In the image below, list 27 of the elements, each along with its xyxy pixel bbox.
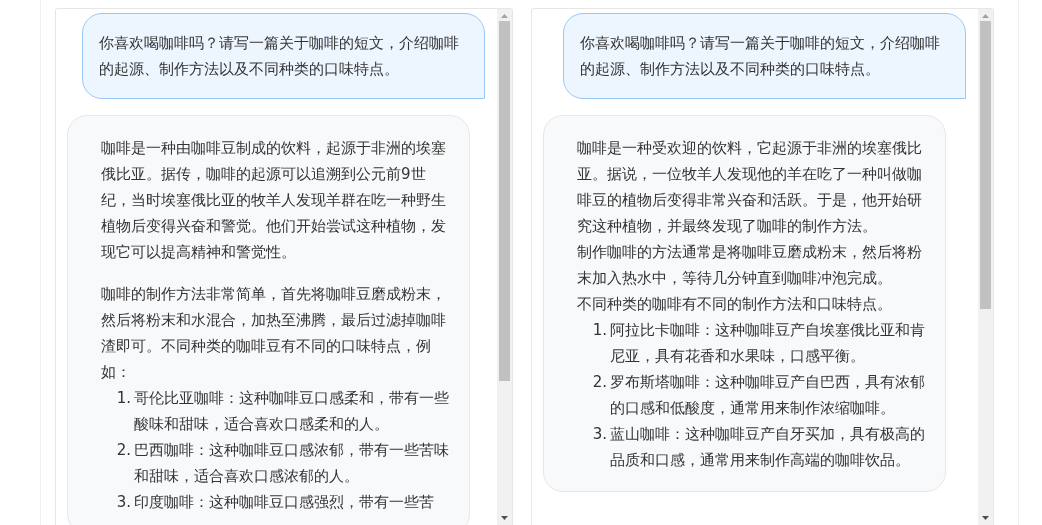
paragraph-text: 制作咖啡的方法通常是将咖啡豆磨成粉末，然后将粉末加入热水中，等待几分钟直到咖啡冲泡完成。 [577,242,923,289]
list-number: 1. [591,320,608,341]
paragraph-text: 咖啡是一种受欢迎的饮料，它起源于非洲的埃塞俄比亚。据说，一位牧羊人发现他的羊在吃了一种叫做咖啡豆的植物后变得非常兴奋和活跃。于是，他开始研究这种植物，并最终发现了咖啡的制作方法。 [577,138,923,237]
list-item-text: 罗布斯塔咖啡：这种咖啡豆产自巴西，具有浓郁的口感和低酸度，通常用来制作浓缩咖啡。 [610,372,926,419]
scrollbar-thumb[interactable] [980,21,991,309]
list-number: 2. [591,372,608,393]
scroll-up-icon[interactable] [501,14,508,18]
scrollbar-thumb[interactable] [499,21,510,381]
list-number: 1. [115,388,132,409]
scrollbar-track[interactable] [978,9,993,525]
list-item-text: 蓝山咖啡：这种咖啡豆产自牙买加，具有极高的品质和口感，通常用来制作高端的咖啡饮品。 [610,424,926,471]
paragraph-text: 咖啡的制作方法非常简单，首先将咖啡豆磨成粉末，然后将粉末和水混合，加热至沸腾，最后过滤掉咖啡渣即可。不同种类的咖啡豆有不同的口味特点，例如： [101,284,447,383]
scroll-down-icon[interactable] [501,516,508,520]
scrollbar-track[interactable] [497,9,512,525]
scroll-down-icon[interactable] [982,516,989,520]
user-message: 你喜欢喝咖啡吗？请写一篇关于咖啡的短文，介绍咖啡的起源、制作方法以及不同种类的口味特点。 [82,13,485,99]
paragraph-text: 咖啡是一种由咖啡豆制成的饮料，起源于非洲的埃塞俄比亚。据传，咖啡的起源可以追溯到公元前9世纪，当时埃塞俄比亚的牧羊人发现羊群在吃一种野生植物后变得兴奋和警觉。他们开始尝试这种植物，发现它可以提高精神和警觉性。 [101,138,447,263]
scroll-up-icon[interactable] [982,14,989,18]
user-message: 你喜欢喝咖啡吗？请写一篇关于咖啡的短文，介绍咖啡的起源、制作方法以及不同种类的口味特点。 [563,13,966,99]
list-number: 3. [591,424,608,445]
paragraph-text: 不同种类的咖啡有不同的制作方法和口味特点。 [577,294,893,315]
list-number: 3. [115,492,132,513]
list-item-text: 巴西咖啡：这种咖啡豆口感浓郁，带有一些苦味和甜味，适合喜欢口感浓郁的人。 [134,440,450,487]
list-item-text: 阿拉比卡咖啡：这种咖啡豆产自埃塞俄比亚和肯尼亚，具有花香和水果味，口感平衡。 [610,320,926,367]
list-number: 2. [115,440,132,461]
list-item-text: 哥伦比亚咖啡：这种咖啡豆口感柔和，带有一些酸味和甜味，适合喜欢口感柔和的人。 [134,388,450,435]
list-item-text: 印度咖啡：这种咖啡豆口感强烈，带有一些苦 [134,492,435,513]
